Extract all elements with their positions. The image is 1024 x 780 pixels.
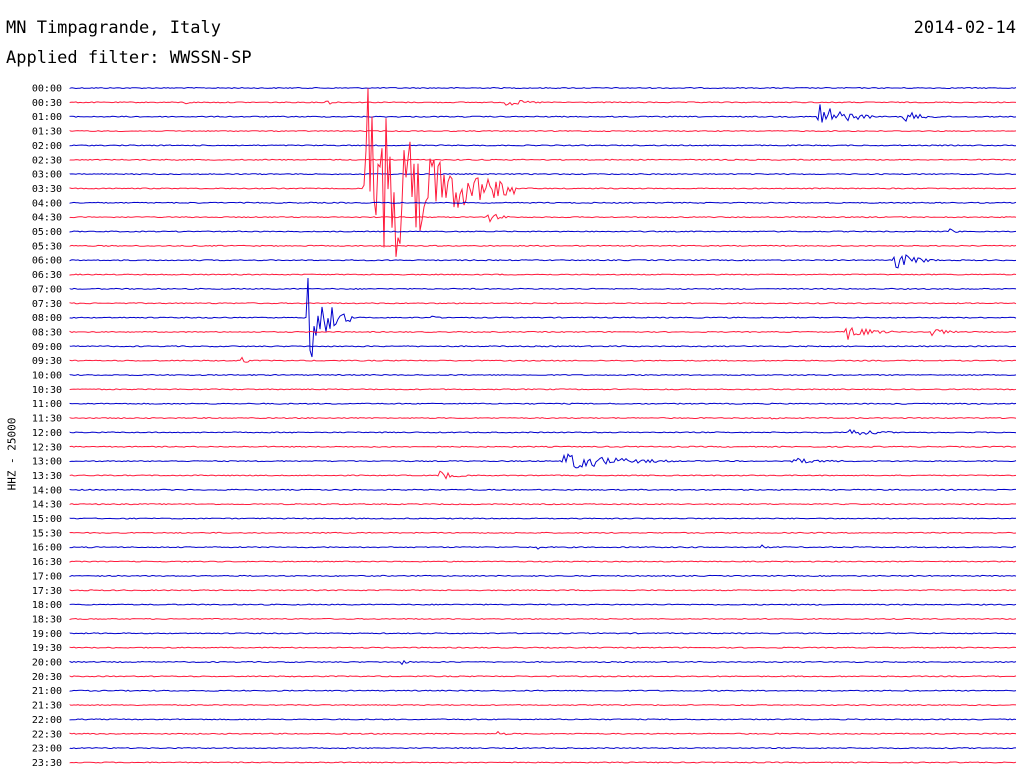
row-time-label: 05:30 (32, 241, 62, 252)
trace-line (69, 632, 1017, 635)
row-time-label: 03:30 (32, 184, 62, 195)
row-time-label: 21:00 (32, 686, 62, 697)
row-time-label: 02:00 (32, 141, 62, 152)
trace-line (69, 488, 1016, 491)
row-time-label: 19:00 (32, 629, 62, 640)
trace-line (69, 589, 1017, 592)
row-time-label: 08:30 (32, 327, 62, 338)
trace-line (69, 560, 1017, 563)
row-time-label: 12:30 (32, 442, 62, 453)
trace-line (69, 254, 1017, 269)
row-time-label: 19:30 (32, 643, 62, 654)
row-time-label: 21:30 (32, 701, 62, 712)
row-time-label: 22:30 (32, 729, 62, 740)
trace-line (69, 417, 1017, 420)
trace-line (69, 277, 1017, 358)
trace-line (69, 273, 1017, 276)
helicorder-plot: 00:00 00:30 01:00 01:30 02:00 02:30 03:00 03:30… (32, 84, 1017, 769)
trace-line (69, 302, 1017, 305)
row-time-label: 20:30 (32, 672, 62, 683)
row-time-label: 06:30 (32, 270, 62, 281)
trace-line (69, 373, 1017, 377)
trace-line (69, 287, 1017, 290)
row-time-label: 17:30 (32, 586, 62, 597)
row-time-label: 07:00 (32, 284, 62, 295)
trace-line (69, 130, 1017, 133)
row-time-label: 06:00 (32, 256, 62, 267)
trace-line (69, 228, 1017, 233)
row-time-label: 17:00 (32, 571, 62, 582)
row-time-label: 14:30 (32, 500, 62, 511)
trace-line (69, 326, 1017, 340)
row-time-label: 23:00 (32, 744, 62, 755)
row-time-label: 18:00 (32, 600, 62, 611)
trace-line (69, 675, 1017, 678)
row-time-label: 15:00 (32, 514, 62, 525)
trace-line (69, 86, 1017, 90)
trace-line (69, 531, 1017, 534)
trace-line (69, 213, 1017, 223)
trace-line (69, 173, 1017, 176)
row-time-label: 05:00 (32, 227, 62, 238)
row-time-label: 09:30 (32, 356, 62, 367)
trace-line (69, 99, 1017, 106)
row-time-label: 22:00 (32, 715, 62, 726)
trace-line (69, 603, 1017, 606)
row-time-label: 04:00 (32, 198, 62, 209)
row-time-label: 00:00 (32, 84, 62, 95)
trace-line (69, 503, 1017, 506)
trace-line (69, 689, 1017, 692)
row-time-label: 01:30 (32, 127, 62, 138)
trace-line (69, 244, 1017, 247)
trace-line (69, 453, 1017, 469)
row-time-label: 11:30 (32, 414, 62, 425)
row-time-label: 11:00 (32, 399, 62, 410)
trace-line (69, 730, 1017, 736)
trace-line (69, 646, 1017, 649)
row-time-label: 09:00 (32, 342, 62, 353)
trace-line (69, 718, 1017, 721)
row-time-label: 10:00 (32, 371, 62, 382)
trace-line (69, 388, 1017, 391)
trace-line (69, 428, 1017, 436)
trace-line (69, 574, 1017, 578)
trace-line (69, 470, 1017, 480)
trace-line (69, 356, 1017, 363)
trace-line (69, 402, 1017, 405)
trace-line (69, 158, 1017, 161)
row-time-label: 18:30 (32, 614, 62, 625)
row-time-label: 04:30 (32, 213, 62, 224)
trace-line (69, 445, 1017, 448)
row-time-label: 15:30 (32, 528, 62, 539)
trace-line (69, 544, 1017, 550)
row-time-label: 01:00 (32, 112, 62, 123)
trace-line (69, 617, 1017, 621)
trace-line (69, 104, 1017, 123)
row-time-label: 13:30 (32, 471, 62, 482)
row-time-label: 08:00 (32, 313, 62, 324)
row-time-label: 02:30 (32, 155, 62, 166)
trace-line (69, 345, 1017, 348)
row-time-label: 14:00 (32, 485, 62, 496)
row-time-label: 10:30 (32, 385, 62, 396)
row-time-label: 12:00 (32, 428, 62, 439)
row-time-label: 00:30 (32, 98, 62, 109)
row-time-label: 20:00 (32, 658, 62, 669)
row-time-label: 23:30 (32, 758, 62, 769)
trace-line (69, 761, 1017, 764)
row-time-label: 07:30 (32, 299, 62, 310)
trace-line (69, 747, 1016, 750)
row-time-label: 13:00 (32, 457, 62, 468)
row-time-label: 16:30 (32, 557, 62, 568)
trace-line (69, 517, 1017, 520)
trace-line (69, 659, 1017, 666)
trace-line (69, 201, 1017, 204)
trace-line (69, 704, 1017, 707)
trace-line (69, 144, 1016, 147)
row-time-label: 03:00 (32, 170, 62, 181)
row-time-label: 16:00 (32, 543, 62, 554)
